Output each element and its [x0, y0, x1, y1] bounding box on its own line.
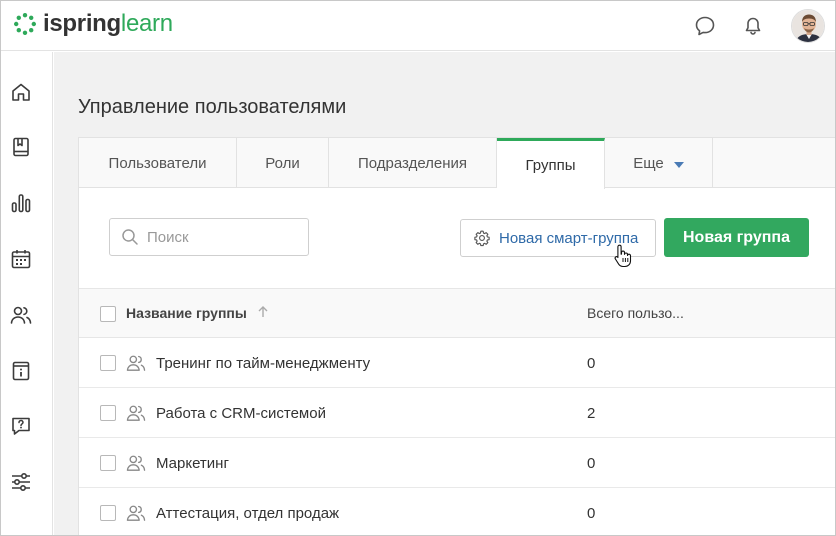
new-group-button[interactable]: Новая группа [664, 218, 809, 257]
table-row[interactable]: Аттестация, отдел продаж 0 [79, 488, 835, 535]
info-book-icon[interactable] [9, 359, 33, 383]
logo-secondary: learn [120, 10, 173, 37]
page-title: Управление пользователями [78, 96, 347, 118]
tab-roles[interactable]: Роли [237, 138, 329, 188]
top-bar: ispringlearn [1, 1, 835, 51]
group-name[interactable]: Тренинг по тайм-менеджменту [156, 355, 370, 372]
book-icon[interactable] [9, 135, 33, 159]
tab-groups[interactable]: Группы [497, 138, 605, 189]
groups-panel: Пользователи Роли Подразделения Группы Е… [78, 137, 835, 535]
tab-more-label: Еще [633, 154, 664, 172]
group-user-count: 0 [587, 355, 596, 372]
tab-bar: Пользователи Роли Подразделения Группы Е… [79, 138, 835, 189]
home-icon[interactable] [9, 80, 33, 104]
group-name[interactable]: Маркетинг [156, 455, 229, 472]
tab-departments[interactable]: Подразделения [329, 138, 497, 188]
user-photo [792, 10, 824, 42]
app-window: ispringlearn Управление пользователями П… [0, 0, 836, 536]
calendar-icon[interactable] [9, 247, 33, 271]
users-icon[interactable] [9, 303, 33, 327]
chevron-down-icon [673, 161, 684, 168]
group-icon [126, 505, 146, 521]
column-header-total-users[interactable]: Всего пользо... [587, 305, 684, 321]
tab-users[interactable]: Пользователи [79, 138, 237, 188]
search-input[interactable] [147, 228, 297, 246]
row-checkbox[interactable] [100, 455, 116, 471]
gear-icon [474, 230, 490, 247]
group-icon [126, 455, 146, 471]
group-name[interactable]: Работа с CRM-системой [156, 405, 326, 422]
tab-groups-label: Группы [525, 156, 576, 174]
row-checkbox[interactable] [100, 505, 116, 521]
tab-roles-label: Роли [265, 154, 300, 172]
group-icon [126, 405, 146, 421]
tab-departments-label: Подразделения [357, 154, 468, 172]
table-row[interactable]: Работа с CRM-системой 2 [79, 388, 835, 438]
logo-primary: ispring [43, 10, 121, 37]
group-user-count: 0 [587, 455, 596, 472]
avatar[interactable] [791, 9, 825, 43]
ispring-logo-icon [14, 13, 36, 35]
group-icon [126, 355, 146, 371]
group-user-count: 0 [587, 505, 596, 522]
sidebar [1, 52, 53, 535]
group-user-count: 2 [587, 405, 596, 422]
bar-chart-icon[interactable] [9, 191, 33, 215]
search-input-box[interactable] [109, 218, 309, 256]
select-all-checkbox[interactable] [100, 306, 116, 322]
group-name[interactable]: Аттестация, отдел продаж [156, 505, 339, 522]
hand-cursor-icon [614, 244, 632, 268]
bell-icon[interactable] [741, 14, 765, 38]
tab-users-label: Пользователи [108, 154, 207, 172]
table-row[interactable]: Маркетинг 0 [79, 438, 835, 488]
chat-icon[interactable] [693, 14, 717, 38]
row-checkbox[interactable] [100, 405, 116, 421]
column-header-name[interactable]: Название группы [126, 305, 247, 321]
sliders-icon[interactable] [9, 470, 33, 494]
row-checkbox[interactable] [100, 355, 116, 371]
question-icon[interactable] [9, 414, 33, 438]
table-header: Название группы Всего пользо... [79, 288, 835, 338]
logo-text: ispringlearn [43, 10, 173, 38]
search-icon [122, 229, 138, 245]
main-content: Управление пользователями Пользователи Р… [54, 52, 835, 535]
logo[interactable]: ispringlearn [13, 10, 173, 38]
table-row[interactable]: Тренинг по тайм-менеджменту 0 [79, 338, 835, 388]
sort-arrow-up-icon[interactable] [257, 305, 269, 319]
tab-more[interactable]: Еще [605, 138, 713, 188]
